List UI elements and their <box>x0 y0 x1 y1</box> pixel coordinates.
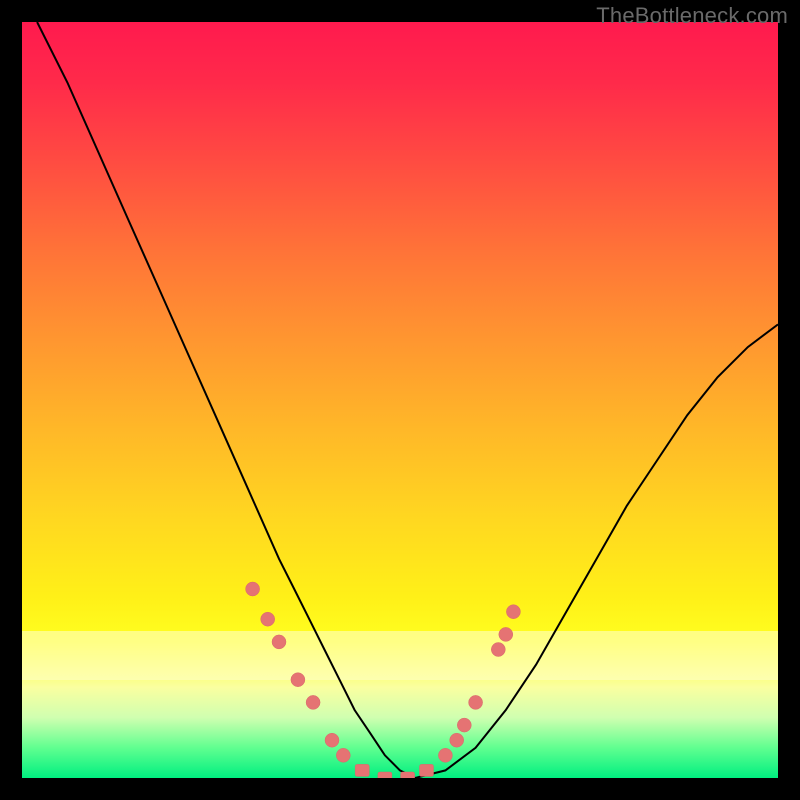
data-marker <box>336 748 350 762</box>
data-marker <box>457 718 471 732</box>
data-marker <box>506 605 520 619</box>
data-marker <box>401 772 415 778</box>
data-marker <box>291 673 305 687</box>
data-marker <box>272 635 286 649</box>
data-marker <box>438 748 452 762</box>
marker-layer <box>246 582 521 778</box>
chart-svg <box>22 22 778 778</box>
data-marker <box>420 764 434 776</box>
data-marker <box>325 733 339 747</box>
data-marker <box>491 643 505 657</box>
data-marker <box>469 695 483 709</box>
bottleneck-curve <box>37 22 778 778</box>
data-marker <box>246 582 260 596</box>
data-marker <box>306 695 320 709</box>
data-marker <box>261 612 275 626</box>
data-marker <box>378 772 392 778</box>
watermark-text: TheBottleneck.com <box>596 3 788 29</box>
data-marker <box>450 733 464 747</box>
data-marker <box>355 764 369 776</box>
data-marker <box>499 627 513 641</box>
